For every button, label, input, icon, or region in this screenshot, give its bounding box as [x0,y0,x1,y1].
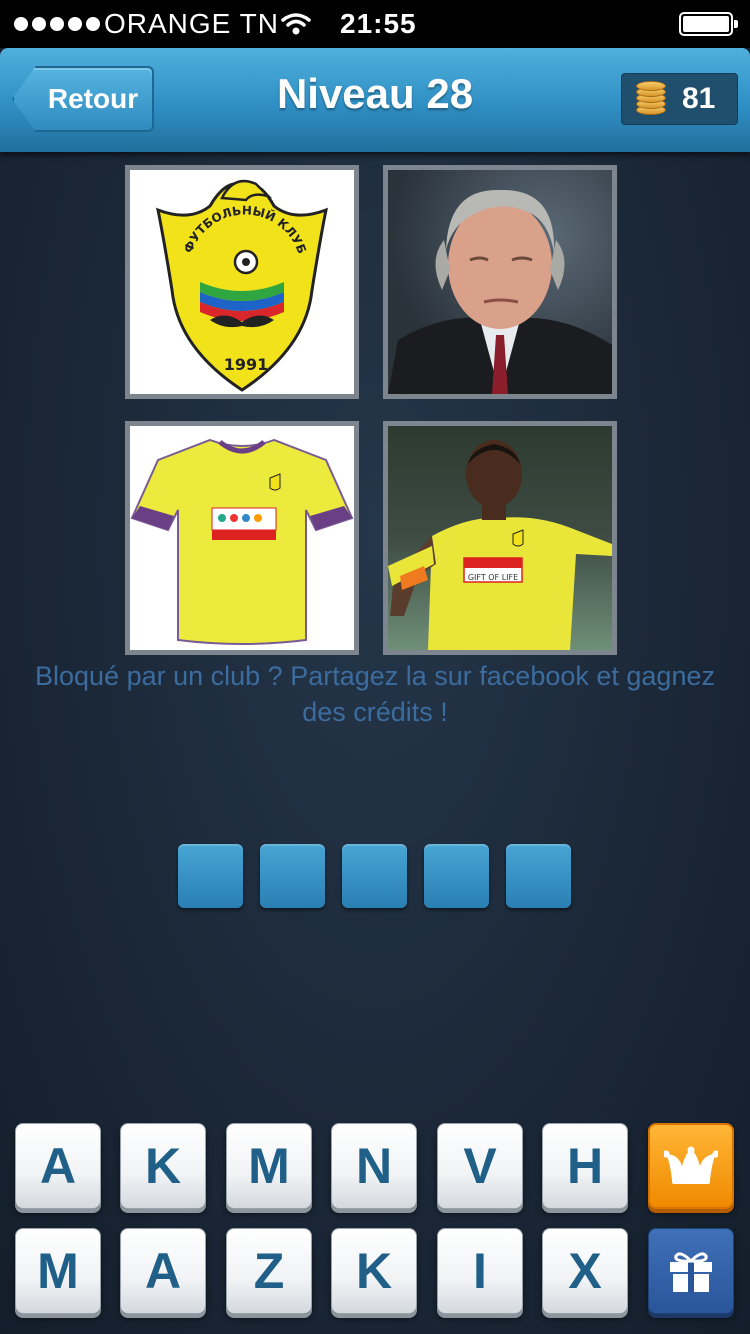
joker-button[interactable] [648,1123,734,1209]
coin-count: 81 [682,82,716,115]
answer-slot[interactable] [506,844,571,908]
yellow-jersey-image [130,438,354,645]
letter-key[interactable]: M [15,1228,101,1314]
crest-year: 1991 [224,355,269,374]
shirt-sponsor: GIFT OF LIFE [468,573,518,582]
letter-key[interactable]: X [542,1228,628,1314]
letter-key[interactable]: K [331,1228,417,1314]
letter-key[interactable]: Z [226,1228,312,1314]
signal-strength-icon [14,17,100,31]
gift-icon [670,1252,712,1292]
clue-image-crest[interactable]: ФУТБОЛЬНЫЙ КЛУБ 1991 [125,165,359,399]
letter-key[interactable]: K [120,1123,206,1209]
carrier-name: ORANGE TN [104,8,279,39]
coin-balance[interactable]: 81 [621,73,738,125]
answer-slot[interactable] [178,844,243,908]
letter-key[interactable]: I [437,1228,523,1314]
letter-key[interactable]: A [15,1123,101,1209]
clue-image-coach[interactable] [383,165,617,399]
player-photo-image: GIFT OF LIFE [388,440,612,650]
battery-icon [679,12,738,36]
answer-slots [178,844,571,908]
coin-stack-icon [636,81,666,117]
answer-slot[interactable] [342,844,407,908]
status-time: 21:55 [340,8,417,39]
gift-button[interactable] [648,1228,734,1314]
answer-slot[interactable] [260,844,325,908]
jester-hat-icon [664,1146,718,1184]
clue-image-jersey[interactable] [125,421,359,655]
status-bar: ORANGE TN 21:55 [0,0,750,48]
coach-portrait-image [388,189,612,394]
letter-key[interactable]: A [120,1228,206,1314]
clue-image-player[interactable]: GIFT OF LIFE [383,421,617,655]
wifi-icon [281,13,311,35]
letter-key[interactable]: V [437,1123,523,1209]
letter-key[interactable]: N [331,1123,417,1209]
letter-key[interactable]: H [542,1123,628,1209]
letter-key[interactable]: M [226,1123,312,1209]
club-crest-image: ФУТБОЛЬНЫЙ КЛУБ 1991 [156,179,328,392]
answer-slot[interactable] [424,844,489,908]
hint-message[interactable]: Bloqué par un club ? Partagez la sur fac… [20,658,730,730]
